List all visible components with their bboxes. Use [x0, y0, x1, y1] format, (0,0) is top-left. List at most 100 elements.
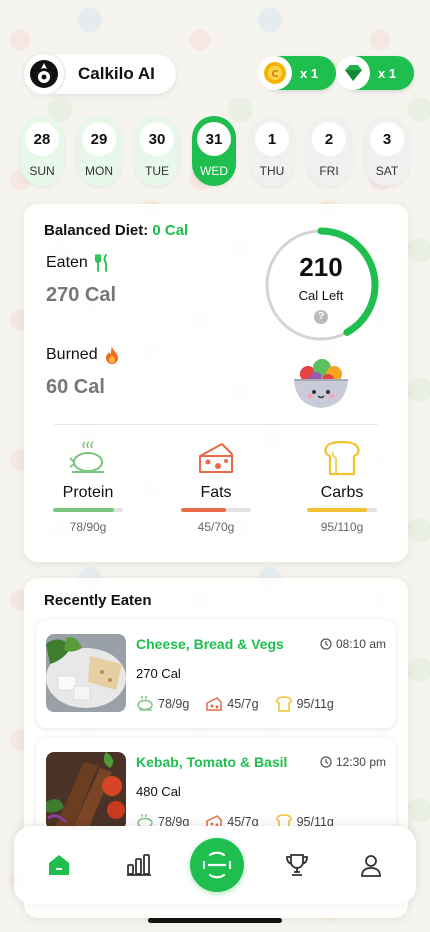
- meal-time-text: 08:10 am: [335, 637, 386, 651]
- cheese-icon: [206, 697, 223, 711]
- macro-carbs[interactable]: Carbs 95/110g: [292, 436, 392, 534]
- fats-progress-fill: [181, 508, 226, 512]
- clock-icon: [320, 756, 332, 768]
- day-name: SUN: [29, 164, 55, 178]
- diet-title-value: 0 Cal: [152, 222, 189, 239]
- meal-macros: 78/9g 45/7g 95/11g: [136, 696, 334, 712]
- day-name: TUE: [145, 164, 169, 178]
- calories-left-label: Cal Left: [298, 288, 344, 303]
- meal-name: Kebab, Tomato & Basil: [136, 754, 288, 770]
- trophy-icon[interactable]: [282, 850, 312, 880]
- bread-icon: [275, 696, 292, 712]
- burned-label-row: Burned: [46, 346, 120, 364]
- meal-carbs-value: 95/11g: [296, 697, 334, 711]
- salad-bowl-icon: [288, 354, 354, 414]
- meal-protein: 78/9g: [136, 696, 189, 712]
- chicken-leg-icon: [38, 436, 138, 476]
- day-number: 31: [197, 122, 231, 156]
- app-name: Calkilo AI: [78, 64, 155, 83]
- day-number: 29: [82, 122, 116, 156]
- macro-name: Carbs: [320, 484, 364, 501]
- scan-icon: [202, 851, 232, 879]
- clock-icon: [320, 638, 332, 650]
- meal-photo: [46, 752, 126, 830]
- macro-protein[interactable]: Protein 78/90g: [38, 436, 138, 534]
- gem-count: x 1: [378, 65, 397, 81]
- day-number: 3: [370, 122, 404, 156]
- home-icon[interactable]: [44, 850, 74, 880]
- meal-protein-value: 78/9g: [158, 697, 190, 711]
- fats-progress-bar: [181, 508, 251, 512]
- cheese-icon: [166, 436, 266, 476]
- gem-counter[interactable]: x 1: [336, 56, 414, 90]
- diet-title-label: Balanced Diet:: [44, 222, 149, 239]
- chicken-leg-icon: [137, 696, 153, 711]
- macro-value: 78/90g: [69, 520, 107, 534]
- day-name: FRI: [319, 164, 339, 178]
- bread-icon: [292, 436, 392, 476]
- summary-divider: [54, 424, 378, 425]
- burned-label: Burned: [46, 346, 98, 363]
- macro-fats[interactable]: Fats 45/70g: [166, 436, 266, 534]
- day-number: 28: [25, 122, 59, 156]
- coin-counter[interactable]: C x 1: [258, 56, 336, 90]
- help-icon[interactable]: ?: [314, 310, 328, 324]
- stats-icon[interactable]: [124, 850, 154, 880]
- calories-left-value: 210: [299, 252, 343, 282]
- eaten-label: Eaten: [46, 254, 88, 271]
- day-sat[interactable]: 3 SAT: [365, 116, 409, 186]
- carbs-progress-fill: [307, 508, 368, 512]
- macro-value: 95/110g: [320, 520, 364, 534]
- app-logo-icon: [22, 52, 66, 96]
- day-mon[interactable]: 29 MON: [77, 116, 121, 186]
- protein-progress-bar: [53, 508, 123, 512]
- svg-text:C: C: [271, 69, 278, 80]
- day-number: 2: [312, 122, 346, 156]
- carbs-progress-bar: [307, 508, 377, 512]
- daily-summary-card: Balanced Diet: 0 Cal Eaten 270 Cal Burne…: [24, 204, 408, 562]
- recently-eaten-title: Recently Eaten: [44, 592, 152, 609]
- day-thu[interactable]: 1 THU: [250, 116, 294, 186]
- eaten-value: 270 Cal: [46, 284, 117, 306]
- gem-icon: [336, 56, 370, 90]
- home-indicator: [148, 918, 282, 923]
- macro-name: Fats: [200, 484, 232, 501]
- protein-progress-fill: [53, 508, 114, 512]
- macro-name: Protein: [62, 484, 114, 501]
- coin-icon: C: [258, 56, 292, 90]
- calories-left-ring[interactable]: 210 Cal Left ?: [262, 226, 380, 344]
- calories-ring-chart: [263, 227, 379, 343]
- meal-fats: 45/7g: [205, 696, 259, 712]
- meal-calories: 480 Cal: [136, 784, 181, 799]
- bottom-navigation: [14, 826, 416, 904]
- fork-knife-icon: [94, 254, 107, 272]
- diet-title: Balanced Diet: 0 Cal: [44, 222, 188, 239]
- meal-name: Cheese, Bread & Vegs: [136, 636, 284, 652]
- profile-icon[interactable]: [356, 850, 386, 880]
- day-name: SAT: [375, 164, 399, 178]
- day-name: THU: [259, 164, 285, 178]
- day-sun[interactable]: 28 SUN: [20, 116, 64, 186]
- day-name: MON: [85, 164, 113, 178]
- meal-carbs: 95/11g: [275, 696, 334, 712]
- meal-photo: [46, 634, 126, 712]
- app-brand[interactable]: Calkilo AI: [22, 52, 176, 96]
- flame-icon: [105, 347, 118, 364]
- burned-value: 60 Cal: [46, 376, 105, 398]
- day-fri[interactable]: 2 FRI: [307, 116, 351, 186]
- meal-fats-value: 45/7g: [227, 697, 259, 711]
- eaten-label-row: Eaten: [46, 254, 110, 272]
- meal-time: 12:30 pm: [320, 755, 386, 769]
- coin-count: x 1: [300, 65, 319, 81]
- day-tue[interactable]: 30 TUE: [135, 116, 179, 186]
- meal-calories: 270 Cal: [136, 666, 181, 681]
- day-wed[interactable]: 31 WED: [192, 116, 236, 186]
- meal-card[interactable]: Cheese, Bread & Vegs 08:10 am 270 Cal 78…: [36, 620, 396, 728]
- day-number: 30: [140, 122, 174, 156]
- meal-time-text: 12:30 pm: [335, 755, 386, 769]
- day-number: 1: [255, 122, 289, 156]
- scan-food-button[interactable]: [190, 838, 244, 892]
- macro-value: 45/70g: [197, 520, 235, 534]
- day-name: WED: [200, 164, 228, 178]
- meal-time: 08:10 am: [320, 637, 386, 651]
